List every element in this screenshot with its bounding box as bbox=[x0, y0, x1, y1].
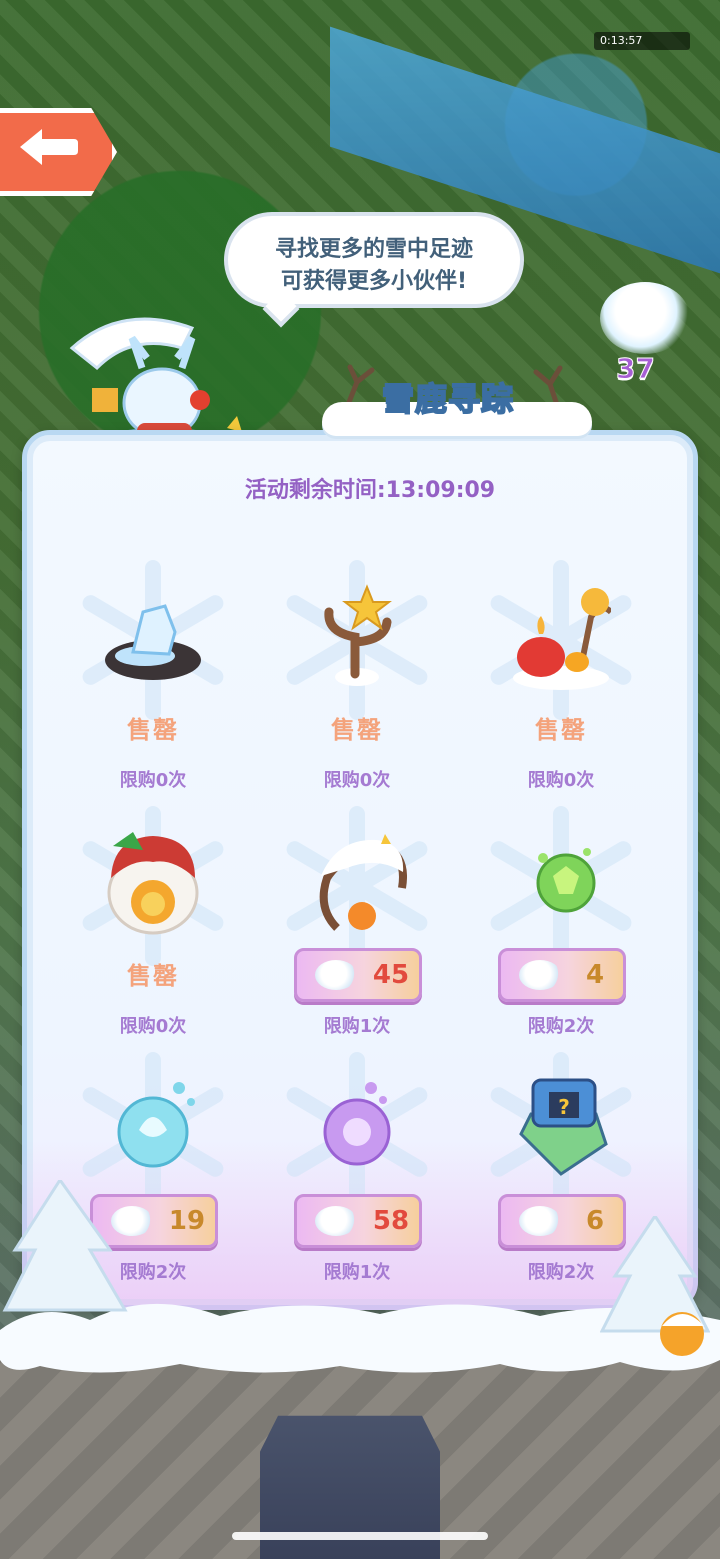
purchase-limit: 限购1次 bbox=[323, 1262, 391, 1283]
price-amount: 58 bbox=[372, 1206, 410, 1236]
purchase-limit: 限购2次 bbox=[527, 1016, 595, 1037]
shop-item-2[interactable]: 售罄 限购0次 bbox=[254, 560, 460, 800]
home-indicator[interactable] bbox=[232, 1532, 488, 1540]
shop-item-1[interactable]: 售罄 限购0次 bbox=[50, 560, 256, 800]
purchase-limit: 限购1次 bbox=[323, 1016, 391, 1037]
hint-speech-bubble: 寻找更多的雪中足迹 可获得更多小伙伴! bbox=[224, 212, 524, 308]
sold-out-label: 售罄 bbox=[331, 716, 383, 744]
sold-out-label: 售罄 bbox=[127, 962, 179, 990]
shop-item-4[interactable]: 售罄 限购0次 bbox=[50, 806, 256, 1046]
snowy-tree-right bbox=[600, 1216, 710, 1356]
purchase-limit: 限购0次 bbox=[527, 770, 595, 791]
shop-item-5[interactable]: 45 限购1次 bbox=[254, 806, 460, 1046]
mystery-box-icon: ? bbox=[519, 1078, 608, 1176]
shop-item-6[interactable]: 4 限购2次 bbox=[458, 806, 664, 1046]
blue-crystal-orb-icon bbox=[117, 1082, 195, 1168]
hint-line-1: 寻找更多的雪中足迹 bbox=[274, 237, 473, 262]
svg-text:?: ? bbox=[558, 1095, 570, 1119]
antler-star-icon bbox=[324, 584, 392, 686]
snow-footprint-icon bbox=[315, 960, 357, 990]
currency-count: 37 bbox=[616, 352, 656, 386]
buy-button[interactable]: 45 bbox=[294, 948, 422, 1002]
purchase-limit: 限购0次 bbox=[119, 1016, 187, 1037]
arrow-left-icon bbox=[20, 129, 78, 165]
sold-out-label: 售罄 bbox=[127, 716, 179, 744]
shop-item-3[interactable]: 售罄 限购0次 bbox=[458, 560, 664, 800]
snow-footprint-icon bbox=[315, 1206, 357, 1236]
shop-item-8[interactable]: 58 限购1次 bbox=[254, 1052, 460, 1292]
snow-footprint-icon bbox=[519, 960, 561, 990]
buy-button[interactable]: 4 bbox=[498, 948, 626, 1002]
snow-footprint-icon bbox=[600, 282, 690, 354]
snow-antler-chick-icon bbox=[319, 834, 407, 931]
event-countdown: 活动剩余时间:13:09:09 bbox=[244, 478, 496, 503]
ice-rock-icon bbox=[105, 604, 201, 680]
snow-egg-chick-icon bbox=[107, 832, 199, 935]
purple-crystal-orb-icon bbox=[323, 1082, 391, 1166]
sold-out-label: 售罄 bbox=[535, 716, 587, 744]
hud-timer: 0:13:57 bbox=[594, 32, 690, 50]
purchase-limit: 限购0次 bbox=[323, 770, 391, 791]
price-amount: 19 bbox=[168, 1206, 206, 1236]
snow-footprint-icon bbox=[519, 1206, 561, 1236]
green-gem-orb-icon bbox=[536, 848, 596, 913]
buy-button[interactable]: 58 bbox=[294, 1194, 422, 1248]
hint-line-2: 可获得更多小伙伴! bbox=[280, 269, 468, 294]
snowy-tree-left bbox=[2, 1180, 128, 1312]
purchase-limit: 限购0次 bbox=[119, 770, 187, 791]
price-amount: 45 bbox=[372, 960, 410, 990]
event-title: 雪鹿寻踪 bbox=[381, 379, 515, 419]
candle-torch-icon bbox=[513, 588, 611, 690]
price-amount: 4 bbox=[585, 960, 605, 990]
